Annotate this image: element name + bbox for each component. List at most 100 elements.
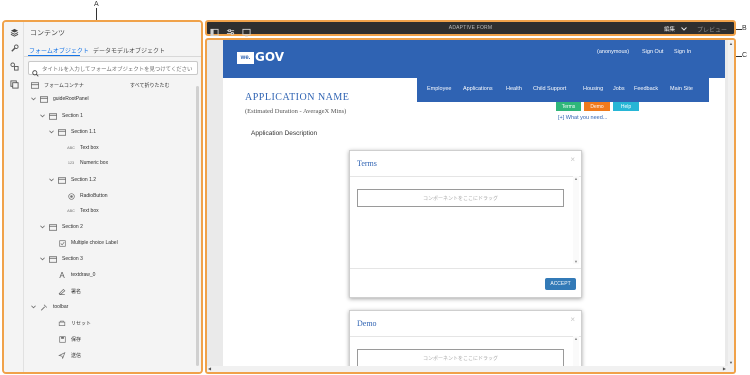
tree-item[interactable]: Atextdraw_0 (48, 268, 95, 282)
accept-button[interactable]: ACCEPT (545, 278, 576, 290)
field-type-icon: ABC (67, 209, 75, 213)
scroll-right-icon[interactable]: ▶ (723, 366, 726, 371)
panel-icon (57, 128, 67, 137)
chevron-down-icon (680, 27, 687, 33)
collapse-all-label: すべて折りたたむ (130, 82, 170, 89)
nav-feedback[interactable]: Feedback (634, 86, 658, 92)
tree-item[interactable]: guideRootPanel (30, 92, 89, 106)
estimated-duration: (Estimated Duration - AverageX Mins) (245, 108, 347, 115)
nav-applications[interactable]: Applications (463, 86, 493, 92)
demo-button[interactable]: Demo (584, 102, 610, 111)
canvas-horizontal-scrollbar[interactable]: ◀ ▶ (207, 366, 734, 372)
panel-icon (57, 176, 67, 185)
scroll-up-icon[interactable]: ▲ (728, 41, 734, 46)
close-icon[interactable]: × (570, 315, 575, 324)
layers-icon[interactable] (8, 26, 20, 38)
tree-item[interactable]: Section 1.1 (48, 125, 96, 139)
application-title: APPLICATION NAME (245, 92, 350, 103)
modal-divider (350, 268, 581, 269)
send-icon (57, 351, 67, 360)
canvas-vertical-scrollbar[interactable]: ▲ ▼ (728, 40, 734, 366)
sign-out-link[interactable]: Sign Out (642, 49, 663, 55)
mode-select[interactable]: 編集 (664, 25, 687, 33)
modal-title: Terms (357, 159, 377, 168)
tab-form-objects[interactable]: フォームオブジェクト (29, 46, 89, 55)
what-you-need-link[interactable]: [+] What you need... (558, 115, 607, 121)
tree-item[interactable]: Section 1 (39, 109, 83, 123)
container-icon (30, 81, 40, 90)
chevron-down-icon[interactable] (39, 257, 46, 261)
modal-divider (350, 176, 581, 177)
nav-health[interactable]: Health (506, 86, 522, 92)
tree-item[interactable]: RadioButton (57, 189, 108, 203)
editor-title: ADAPTIVE FORM (448, 25, 493, 31)
tree-item-label: Multiple choice Label (71, 240, 118, 246)
preview-button[interactable]: プレビュー (697, 25, 727, 34)
search-placeholder: タイトルを入力してフォームオブジェクトを見つけてください (42, 67, 193, 73)
help-button[interactable]: Help (613, 102, 639, 111)
modal-scrollbar[interactable]: ▲ ▼ (573, 176, 579, 264)
tree-item-label: 保存 (71, 336, 82, 343)
form-page: we. GOV (anonymous) Sign Out Sign In Emp… (223, 40, 725, 372)
site-header: we. GOV (anonymous) Sign Out Sign In (223, 40, 725, 78)
site-logo-mark[interactable]: we. (237, 52, 254, 64)
chevron-down-icon[interactable] (30, 97, 37, 101)
tree-item[interactable]: 送信 (48, 348, 81, 362)
panel-icon (39, 95, 49, 104)
tree-item[interactable]: Multiple choice Label (48, 236, 118, 250)
search-input[interactable]: タイトルを入力してフォームオブジェクトを見つけてください (28, 61, 198, 77)
scroll-left-icon[interactable]: ◀ (208, 366, 211, 371)
tree-item[interactable]: toolbar (30, 300, 68, 314)
tree-item-label: guideRootPanel (53, 96, 89, 102)
tree-item-label: 署名 (71, 288, 82, 295)
site-nav: Employee Applications Health Child Suppo… (417, 78, 709, 102)
scroll-down-icon[interactable]: ▼ (728, 360, 734, 365)
save-icon (57, 335, 67, 344)
scroll-up-icon[interactable]: ▲ (573, 336, 579, 341)
tree-item-label: Section 2 (62, 224, 83, 230)
tree-item-label: textdraw_0 (71, 272, 96, 278)
nav-housing[interactable]: Housing (583, 86, 603, 92)
sign-in-link[interactable]: Sign In (674, 49, 691, 55)
terms-button[interactable]: Terms (556, 102, 581, 111)
callout-c: C (742, 52, 748, 59)
site-logo-text[interactable]: GOV (255, 50, 284, 64)
tree-item[interactable]: Section 3 (39, 252, 83, 266)
tab-data-model-objects[interactable]: データモデルオブジェクト (93, 46, 165, 55)
data-sources-icon[interactable] (8, 60, 20, 72)
clear-search-icon[interactable]: × (201, 63, 203, 72)
application-description: Application Description (251, 130, 318, 137)
tree-item[interactable]: ABC Text box (57, 204, 99, 218)
collapse-all-button[interactable]: すべて折りたたむ (130, 78, 169, 92)
chevron-down-icon[interactable] (39, 114, 46, 118)
tree-item-label: toolbar (53, 304, 69, 310)
tree-item[interactable]: Section 1.2 (48, 173, 96, 187)
chevron-down-icon[interactable] (30, 305, 37, 309)
nav-child-support[interactable]: Child Support (533, 86, 566, 92)
radio-icon (66, 192, 76, 201)
chevron-down-icon[interactable] (48, 130, 55, 134)
mode-label: 編集 (664, 27, 676, 33)
checkbox-icon (57, 239, 67, 248)
panel-scrollbar[interactable] (196, 86, 199, 366)
nav-jobs[interactable]: Jobs (613, 86, 625, 92)
scroll-down-icon[interactable]: ▼ (573, 259, 579, 264)
tree-item[interactable]: Section 2 (39, 220, 83, 234)
assets-icon[interactable] (8, 78, 20, 90)
drop-zone[interactable]: コンポーネントをここにドラッグ (357, 189, 564, 207)
scroll-up-icon[interactable]: ▲ (573, 176, 579, 181)
nav-employee[interactable]: Employee (427, 86, 451, 92)
tree-item[interactable]: 123 Numeric box (57, 156, 108, 170)
wrench-icon[interactable] (8, 42, 20, 54)
nav-main-site[interactable]: Main Site (670, 86, 693, 92)
field-type-icon: 123 (67, 161, 75, 165)
tree-item[interactable]: リセット (48, 316, 91, 330)
chevron-down-icon[interactable] (48, 178, 55, 182)
tree-item[interactable]: 署名 (48, 284, 81, 298)
tree-item[interactable]: ABC Text box (57, 141, 99, 155)
drop-zone[interactable]: コンポーネントをここにドラッグ (357, 349, 564, 367)
chevron-down-icon[interactable] (39, 225, 46, 229)
tree-item[interactable]: 保存 (48, 332, 81, 346)
close-icon[interactable]: × (570, 155, 575, 164)
side-rail (4, 22, 24, 372)
